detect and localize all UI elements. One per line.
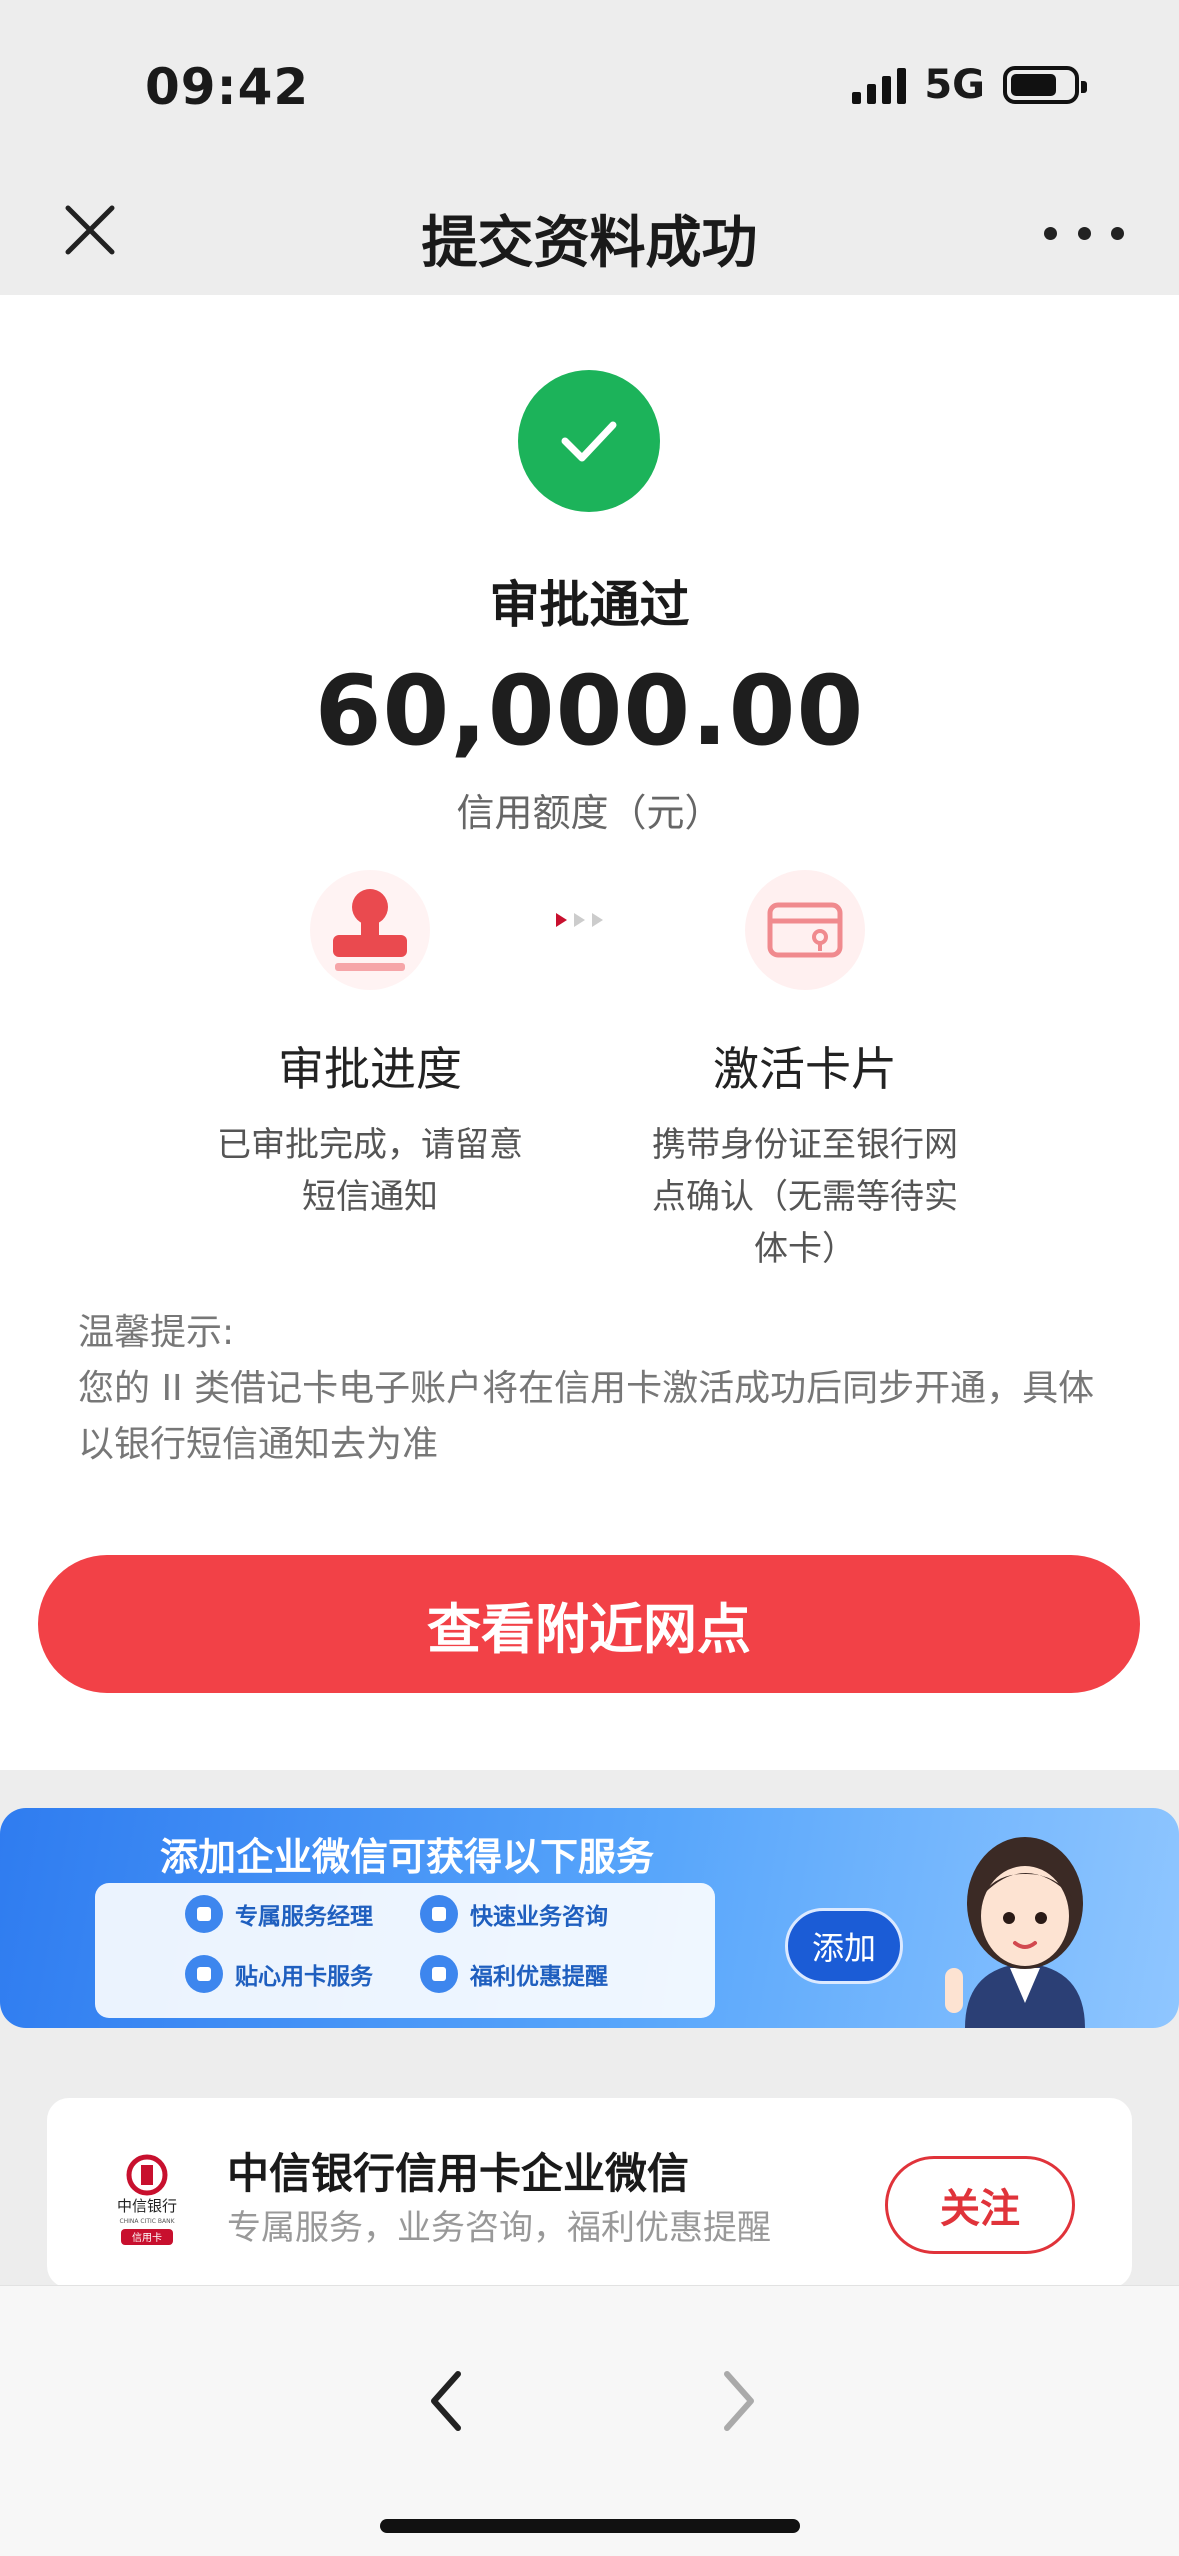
step-progress-arrows	[556, 913, 603, 927]
wecom-banner[interactable]: 添加企业微信可获得以下服务 专属服务经理 快速业务咨询 贴心用卡服务 福利优惠提…	[0, 1808, 1179, 2028]
citic-bank-logo: 中信银行 CHINA CITIC BANK 信用卡	[97, 2153, 197, 2253]
card-service-icon	[185, 1955, 223, 1993]
banner-title: 添加企业微信可获得以下服务	[160, 1835, 655, 1879]
follow-button[interactable]: 关注	[885, 2156, 1075, 2254]
add-wecom-button[interactable]: 添加	[785, 1908, 903, 1984]
official-account-card: 中信银行 CHINA CITIC BANK 信用卡 中信银行信用卡企业微信 专属…	[47, 2098, 1132, 2288]
step-desc: 携带身份证至银行网点确认（无需等待实体卡）	[652, 1125, 958, 1269]
customer-service-avatar	[925, 1818, 1125, 2028]
manager-icon	[185, 1895, 223, 1933]
step-activate-card: 激活卡片 携带身份证至银行网点确认（无需等待实体卡）	[640, 865, 970, 1275]
signal-icon	[852, 66, 907, 104]
chevron-right-icon[interactable]	[705, 2346, 775, 2456]
approval-status: 审批通过	[489, 576, 690, 634]
battery-icon	[1003, 66, 1087, 104]
account-name: 中信银行信用卡企业微信	[227, 2149, 690, 2198]
view-nearby-branches-button[interactable]: 查看附近网点	[38, 1555, 1140, 1693]
bottom-nav-bar	[0, 2285, 1179, 2556]
account-desc: 专属服务，业务咨询，福利优惠提醒	[227, 2208, 771, 2248]
chat-icon	[420, 1895, 458, 1933]
status-time: 09:42	[145, 58, 310, 116]
tips-body: 您的 II 类借记卡电子账户将在信用卡激活成功后同步开通，具体 以银行短信通知去…	[78, 1368, 1095, 1465]
nav-bar: 提交资料成功	[0, 170, 1179, 295]
result-card: 审批通过 60,000.00 信用额度（元） 审批进度 已审批完成，请留意短信通…	[0, 295, 1179, 1770]
step-approval-progress: 审批进度 已审批完成，请留意短信通知	[205, 865, 535, 1223]
tips-heading: 温馨提示:	[78, 1312, 235, 1353]
status-indicators: 5G	[852, 62, 1087, 108]
service-item: 快速业务咨询	[420, 1895, 608, 1933]
svg-text:中信银行: 中信银行	[117, 2197, 177, 2215]
credit-amount-label: 信用额度（元）	[456, 791, 723, 835]
service-item: 贴心用卡服务	[185, 1955, 373, 1993]
credit-amount: 60,000.00	[314, 655, 865, 767]
check-circle-icon	[518, 370, 660, 512]
more-icon[interactable]	[1044, 208, 1124, 258]
svg-text:CHINA CITIC BANK: CHINA CITIC BANK	[119, 2218, 175, 2225]
tips: 温馨提示: 您的 II 类借记卡电子账户将在信用卡激活成功后同步开通，具体 以银…	[78, 1305, 1108, 1473]
step-title: 激活卡片	[713, 1042, 897, 1096]
home-indicator[interactable]	[380, 2519, 800, 2533]
service-item: 专属服务经理	[185, 1895, 373, 1933]
svg-text:信用卡: 信用卡	[132, 2231, 162, 2244]
step-title: 审批进度	[278, 1042, 462, 1096]
page-title: 提交资料成功	[421, 211, 758, 276]
stamp-icon	[305, 865, 435, 995]
card-icon	[740, 865, 870, 995]
status-bar: 09:42 5G	[0, 0, 1179, 170]
service-item: 福利优惠提醒	[420, 1955, 608, 1993]
step-desc: 已审批完成，请留意短信通知	[217, 1125, 523, 1217]
network-type: 5G	[924, 62, 985, 108]
bell-icon	[420, 1955, 458, 1993]
chevron-left-icon[interactable]	[410, 2346, 480, 2456]
banner-services: 专属服务经理 快速业务咨询 贴心用卡服务 福利优惠提醒	[95, 1883, 715, 2018]
